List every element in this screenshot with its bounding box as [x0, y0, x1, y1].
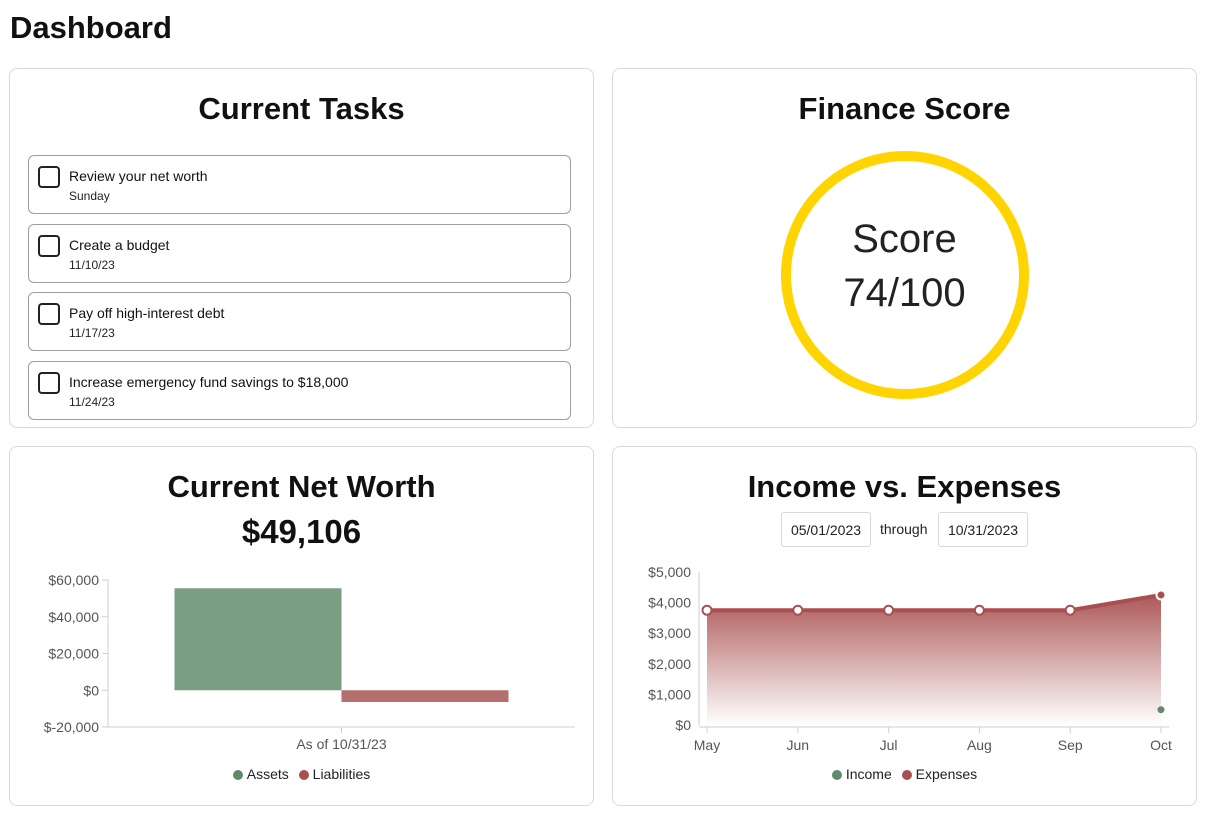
bar-liabilities [341, 690, 509, 703]
net-worth-chart: $60,000 $40,000 $20,000 $0 $-20,000 As of 10/… [44, 572, 575, 752]
x-tick-label: Jul [880, 737, 898, 753]
expenses-point [1064, 604, 1076, 616]
expenses-point [883, 604, 895, 616]
y-tick-label: $60,000 [48, 572, 99, 588]
y-tick-label: $40,000 [48, 609, 99, 625]
task-date: 11/17/23 [69, 326, 115, 340]
x-tick-label: Aug [967, 737, 992, 753]
legend-label: Expenses [915, 766, 978, 782]
task-item[interactable]: Increase emergency fund savings to $18,0… [28, 361, 571, 420]
x-tick-label: Oct [1150, 737, 1172, 753]
task-label: Review your net worth [69, 168, 208, 184]
legend-dot [298, 770, 309, 780]
finance-score-card: Finance Score Score 74/100 [612, 68, 1197, 428]
task-item[interactable]: Review your net worth Sunday [28, 155, 571, 214]
net-worth-legend: Assets Liabilities [10, 766, 593, 782]
task-item[interactable]: Create a budget 11/10/23 [28, 224, 571, 283]
income-expenses-legend: Income Expenses [613, 766, 1196, 782]
net-worth-card: Current Net Worth $49,106 $60,000 $40,000… [9, 446, 594, 806]
expenses-point [701, 604, 713, 616]
y-tick-label: $0 [675, 717, 691, 733]
task-checkbox[interactable] [38, 166, 60, 188]
legend-item-assets[interactable]: Assets [232, 766, 289, 782]
y-tick-label: $2,000 [648, 656, 691, 672]
legend-item-liabilities[interactable]: Liabilities [298, 766, 371, 782]
legend-item-expenses[interactable]: Expenses [901, 766, 978, 782]
y-tick-label: $5,000 [648, 564, 691, 580]
x-tick-label: Sep [1058, 737, 1083, 753]
expenses-point [1155, 589, 1167, 601]
legend-label: Assets [246, 766, 289, 782]
score-value: 74/100 [843, 271, 966, 315]
task-item[interactable]: Pay off high-interest debt 11/17/23 [28, 292, 571, 351]
task-label: Increase emergency fund savings to $18,0… [69, 374, 349, 390]
tasks-title: Current Tasks [198, 91, 405, 126]
legend-dot [901, 770, 912, 780]
y-tick-label: $1,000 [648, 686, 691, 702]
x-tick-label: May [694, 737, 720, 753]
income-expenses-card: Income vs. Expenses through $5,000$4,000… [612, 446, 1197, 806]
task-label: Create a budget [69, 237, 170, 253]
y-tick-label: $20,000 [48, 646, 99, 662]
legend-label: Income [845, 766, 892, 782]
expenses-line [707, 592, 1162, 613]
task-date: Sunday [69, 189, 110, 203]
y-tick-label: $3,000 [648, 625, 691, 641]
task-checkbox[interactable] [38, 235, 60, 257]
y-tick-label: $0 [83, 682, 99, 698]
task-date: 11/24/23 [69, 395, 115, 409]
y-tick-label: $-20,000 [44, 719, 99, 735]
page-title: Dashboard [10, 10, 172, 45]
legend-dot [232, 770, 243, 780]
x-tick-label: As of 10/31/23 [296, 736, 387, 752]
bar-assets [174, 588, 342, 691]
expenses-point [973, 604, 985, 616]
task-checkbox[interactable] [38, 303, 60, 325]
finance-score-title: Finance Score [798, 91, 1011, 126]
legend-label: Liabilities [312, 766, 371, 782]
task-label: Pay off high-interest debt [69, 305, 225, 321]
income-point [1157, 706, 1165, 714]
income-expenses-chart: $5,000 $4,000 $3,000 $2,000 $1,000 $0May Jun Ju… [648, 564, 1172, 753]
task-checkbox[interactable] [38, 372, 60, 394]
y-tick-label: $4,000 [648, 595, 691, 611]
expenses-area [707, 594, 1161, 725]
tasks-card: Current Tasks Review your net worth Sund… [9, 68, 594, 428]
task-date: 11/10/23 [69, 258, 115, 272]
expenses-point [792, 604, 804, 616]
legend-dot [831, 770, 842, 780]
x-tick-label: Jun [787, 737, 810, 753]
legend-item-income[interactable]: Income [831, 766, 892, 782]
score-label: Score [852, 217, 957, 261]
